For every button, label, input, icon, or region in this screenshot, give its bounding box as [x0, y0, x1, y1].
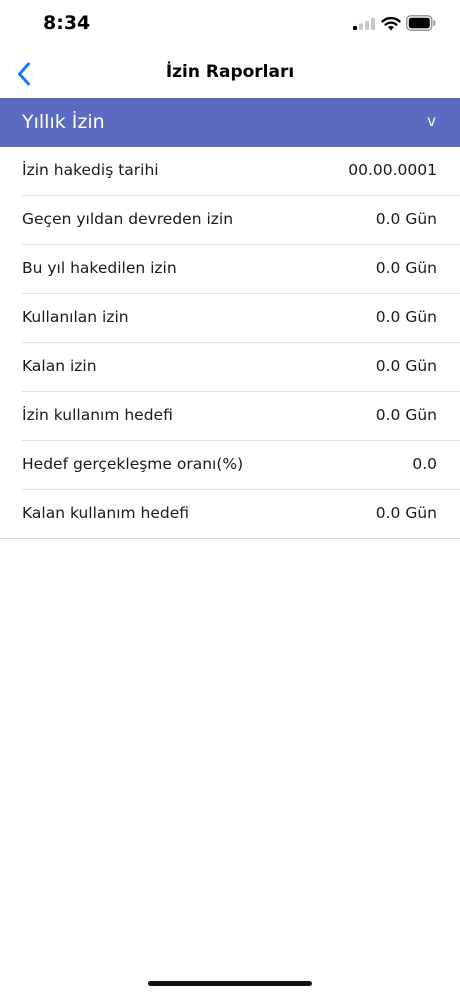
row-label: Kalan kullanım hedefi	[22, 504, 190, 522]
row-label: Hedef gerçekleşme oranı(%)	[22, 455, 244, 473]
wifi-icon	[381, 16, 401, 31]
chevron-down-icon: v	[427, 112, 436, 130]
list-item: İzin kullanım hedefi 0.0 Gün	[22, 392, 460, 441]
row-value: 0.0 Gün	[375, 308, 437, 326]
row-value: 0.0 Gün	[375, 504, 437, 522]
section-header-yillik-izin[interactable]: Yıllık İzin v	[0, 98, 460, 147]
row-label: İzin hakediş tarihi	[22, 161, 159, 179]
navigation-bar: İzin Raporları	[0, 50, 460, 98]
row-value: 00.00.0001	[348, 161, 437, 179]
list-item: Hedef gerçekleşme oranı(%) 0.0	[22, 441, 460, 490]
row-value: 0.0 Gün	[375, 406, 437, 424]
row-value: 0.0 Gün	[375, 210, 437, 228]
battery-icon	[406, 15, 436, 31]
list-item: Bu yıl hakedilen izin 0.0 Gün	[22, 245, 460, 294]
row-value: 0.0 Gün	[375, 357, 437, 375]
row-label: Kalan izin	[22, 357, 97, 375]
row-label: Kullanılan izin	[22, 308, 129, 326]
signal-icon	[353, 18, 375, 30]
row-value: 0.0	[412, 455, 437, 473]
list-item: Kalan kullanım hedefi 0.0 Gün	[0, 490, 460, 539]
page-title: İzin Raporları	[165, 62, 295, 82]
row-label: İzin kullanım hedefi	[22, 406, 173, 424]
status-bar: 8:34	[0, 0, 460, 50]
list-item: Geçen yıldan devreden izin 0.0 Gün	[22, 196, 460, 245]
row-label: Geçen yıldan devreden izin	[22, 210, 234, 228]
list-item: Kalan izin 0.0 Gün	[22, 343, 460, 392]
row-value: 0.0 Gün	[375, 259, 437, 277]
section-title: Yıllık İzin	[22, 111, 105, 133]
leave-report-list: İzin hakediş tarihi 00.00.0001 Geçen yıl…	[0, 147, 460, 539]
list-item: İzin hakediş tarihi 00.00.0001	[22, 147, 460, 196]
status-time: 8:34	[43, 12, 91, 34]
list-item: Kullanılan izin 0.0 Gün	[22, 294, 460, 343]
row-label: Bu yıl hakedilen izin	[22, 259, 177, 277]
home-indicator	[148, 981, 312, 986]
